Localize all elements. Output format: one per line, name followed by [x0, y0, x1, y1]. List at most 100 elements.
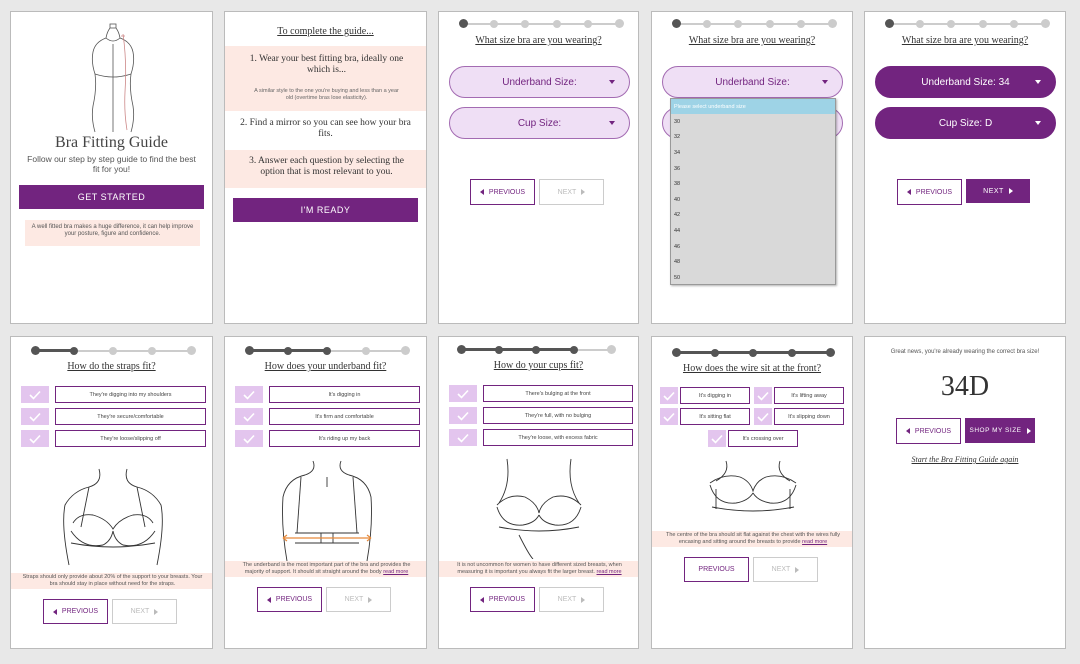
- progress-bar: [456, 345, 616, 355]
- cup-select[interactable]: Cup Size: D: [875, 107, 1056, 139]
- underband-label: Underband Size:: [715, 76, 790, 88]
- arrow-right-icon: [368, 596, 373, 603]
- result-size: 34D: [940, 371, 990, 402]
- option-label[interactable]: There's bulging at the front: [483, 385, 633, 402]
- next-button[interactable]: NEXT: [966, 179, 1030, 203]
- underband-dropdown-list[interactable]: Please select underband size 30 32 34 36 38 4…: [670, 98, 836, 285]
- option-row[interactable]: It's sitting flat: [660, 408, 750, 425]
- instructions-heading: To complete the guide...: [277, 26, 374, 37]
- previous-button[interactable]: PREVIOUS: [43, 599, 108, 624]
- read-more-link[interactable]: read more: [802, 539, 827, 545]
- checkbox[interactable]: [235, 430, 263, 447]
- option-label[interactable]: They're secure/comfortable: [55, 408, 206, 425]
- checkbox[interactable]: [449, 407, 477, 424]
- dropdown-option[interactable]: 46: [671, 239, 835, 255]
- checkbox[interactable]: [660, 408, 678, 425]
- checkbox[interactable]: [21, 430, 49, 447]
- arrow-left-icon: [905, 428, 910, 434]
- checkbox[interactable]: [660, 387, 678, 404]
- option-label[interactable]: It's digging in: [269, 386, 420, 403]
- step-2-text: 2. Find a mirror so you can see how your…: [240, 118, 411, 139]
- dropdown-option[interactable]: 40: [671, 192, 835, 208]
- previous-button[interactable]: PREVIOUS: [470, 587, 535, 612]
- shop-my-size-button[interactable]: SHOP MY SIZE: [965, 418, 1035, 443]
- arrow-left-icon: [52, 608, 57, 615]
- underband-select[interactable]: Underband Size:: [662, 66, 843, 98]
- option-label[interactable]: They're loose, with excess fabric: [483, 429, 633, 446]
- option-label[interactable]: It's crossing over: [728, 430, 798, 447]
- next-button[interactable]: NEXT: [539, 587, 604, 612]
- checkbox[interactable]: [754, 408, 772, 425]
- option-row[interactable]: It's crossing over: [708, 430, 798, 447]
- progress-bar: [458, 19, 624, 29]
- next-button[interactable]: NEXT: [112, 599, 177, 624]
- option-row[interactable]: It's lifting away: [754, 387, 844, 404]
- previous-button[interactable]: PREVIOUS: [897, 179, 962, 205]
- option-row[interactable]: They're full, with no bulging: [449, 407, 633, 424]
- dropdown-option[interactable]: 44: [671, 223, 835, 239]
- option-row[interactable]: They're loose, with excess fabric: [449, 429, 633, 446]
- arrow-right-icon: [1026, 427, 1031, 434]
- question-title: How do the straps fit?: [67, 361, 156, 372]
- previous-button[interactable]: PREVIOUS: [896, 418, 961, 444]
- dropdown-option[interactable]: 50: [671, 270, 835, 286]
- restart-link[interactable]: Start the Bra Fitting Guide again: [865, 455, 1065, 464]
- dropdown-header[interactable]: Please select underband size: [671, 99, 835, 114]
- underband-select[interactable]: Underband Size: 34: [875, 66, 1056, 98]
- previous-button[interactable]: PREVIOUS: [684, 557, 749, 582]
- dropdown-option[interactable]: 48: [671, 254, 835, 270]
- panel-result: Great news, you're already wearing the c…: [864, 336, 1066, 649]
- next-label: NEXT: [557, 596, 577, 603]
- previous-button[interactable]: PREVIOUS: [257, 587, 322, 612]
- dropdown-option[interactable]: 34: [671, 145, 835, 161]
- option-label[interactable]: They're digging into my shoulders: [55, 386, 206, 403]
- get-started-button[interactable]: GET STARTED: [19, 185, 204, 209]
- previous-button[interactable]: PREVIOUS: [470, 179, 535, 205]
- option-row[interactable]: There's bulging at the front: [449, 385, 633, 402]
- cup-label: Cup Size: D: [938, 117, 993, 129]
- dropdown-option[interactable]: 30: [671, 114, 835, 130]
- option-label[interactable]: It's slipping down: [774, 408, 844, 425]
- next-button[interactable]: NEXT: [326, 587, 391, 612]
- option-row[interactable]: They're loose/slipping off: [21, 430, 206, 447]
- next-button[interactable]: NEXT: [539, 179, 604, 205]
- checkbox[interactable]: [235, 408, 263, 425]
- option-label[interactable]: It's lifting away: [774, 387, 844, 404]
- dropdown-option[interactable]: 32: [671, 130, 835, 146]
- checkbox[interactable]: [21, 386, 49, 403]
- option-row[interactable]: It's slipping down: [754, 408, 844, 425]
- checkbox[interactable]: [235, 386, 263, 403]
- arrow-right-icon: [795, 566, 800, 573]
- underband-select[interactable]: Underband Size:: [449, 66, 630, 98]
- im-ready-button[interactable]: I'M READY: [233, 198, 418, 222]
- option-row[interactable]: It's digging in: [235, 386, 420, 403]
- read-more-link[interactable]: read more: [383, 569, 408, 575]
- bra-back-illustration: [282, 460, 372, 562]
- checkmark-icon: [457, 433, 469, 443]
- option-row[interactable]: It's firm and comfortable: [235, 408, 420, 425]
- option-label[interactable]: It's riding up my back: [269, 430, 420, 447]
- dropdown-option[interactable]: 36: [671, 161, 835, 177]
- checkmark-icon: [243, 412, 255, 422]
- option-row[interactable]: They're secure/comfortable: [21, 408, 206, 425]
- checkbox[interactable]: [21, 408, 49, 425]
- checkbox[interactable]: [449, 429, 477, 446]
- previous-label: PREVIOUS: [698, 566, 735, 573]
- read-more-link[interactable]: read more: [597, 569, 622, 575]
- checkbox[interactable]: [754, 387, 772, 404]
- option-label[interactable]: They're full, with no bulging: [483, 407, 633, 424]
- next-label: NEXT: [344, 596, 364, 603]
- next-button[interactable]: NEXT: [753, 557, 818, 582]
- option-row[interactable]: They're digging into my shoulders: [21, 386, 206, 403]
- option-row[interactable]: It's digging in: [660, 387, 750, 404]
- cup-select[interactable]: Cup Size:: [449, 107, 630, 139]
- dropdown-option[interactable]: 38: [671, 176, 835, 192]
- checkbox[interactable]: [449, 385, 477, 402]
- option-label[interactable]: It's firm and comfortable: [269, 408, 420, 425]
- option-label[interactable]: It's sitting flat: [680, 408, 750, 425]
- checkbox[interactable]: [708, 430, 726, 447]
- option-label[interactable]: It's digging in: [680, 387, 750, 404]
- option-row[interactable]: It's riding up my back: [235, 430, 420, 447]
- option-label[interactable]: They're loose/slipping off: [55, 430, 206, 447]
- dropdown-option[interactable]: 42: [671, 208, 835, 224]
